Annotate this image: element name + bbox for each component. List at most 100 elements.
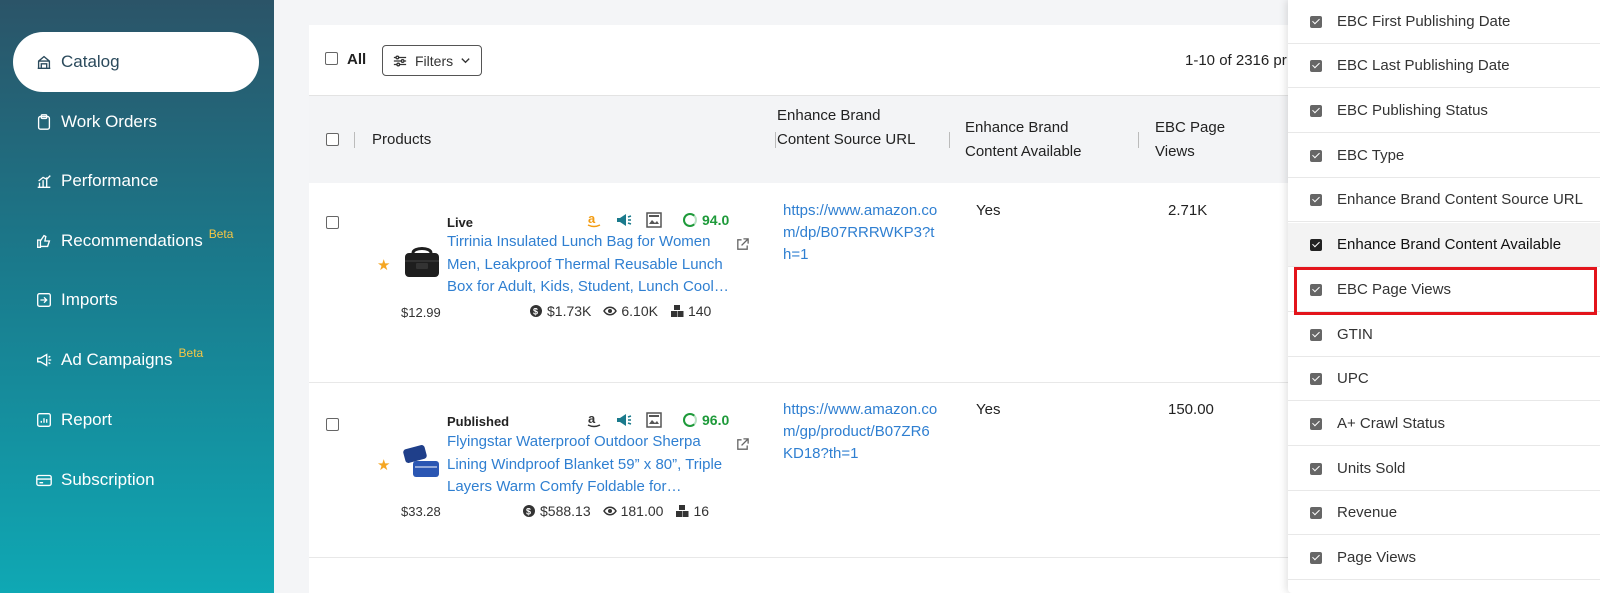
product-stats: $ $588.13 181.00 16 xyxy=(522,503,709,519)
star-icon[interactable]: ★ xyxy=(377,256,390,274)
checkbox-checked-icon[interactable] xyxy=(1310,149,1322,162)
sidebar-item-label: Ad Campaigns xyxy=(61,350,173,369)
column-option-ebc-first-publishing-date[interactable]: EBC First Publishing Date xyxy=(1288,0,1600,44)
sidebar-item-label: Performance xyxy=(61,171,159,190)
sidebar-item-ad-campaigns[interactable]: Ad Campaigns Beta xyxy=(13,330,259,390)
sidebar-item-catalog[interactable]: Catalog xyxy=(13,32,259,92)
sidebar-item-performance[interactable]: Performance xyxy=(13,151,259,211)
channel-badges: a xyxy=(585,211,663,229)
image-gallery-icon xyxy=(646,212,662,228)
column-option-units-sold[interactable]: Units Sold xyxy=(1288,447,1600,491)
eye-icon xyxy=(602,506,617,516)
column-option-ebc-available[interactable]: Enhance Brand Content Available xyxy=(1288,223,1600,267)
eye-icon xyxy=(603,306,618,316)
checkbox-checked-icon[interactable] xyxy=(1310,506,1322,519)
boxes-icon xyxy=(676,505,689,517)
column-option-a-plus-crawl-status[interactable]: A+ Crawl Status xyxy=(1288,402,1600,446)
column-header-products[interactable]: Products xyxy=(372,128,431,152)
column-option-ebc-type[interactable]: EBC Type xyxy=(1288,134,1600,178)
column-option-ebc-source-url[interactable]: Enhance Brand Content Source URL xyxy=(1288,178,1600,222)
checkbox-checked-icon[interactable] xyxy=(1310,238,1322,251)
chevron-down-icon xyxy=(461,58,470,64)
ebc-source-url-link[interactable]: https://www.amazon.com/gp/product/B07ZR6… xyxy=(783,399,938,465)
sidebar-item-label: Imports xyxy=(61,290,118,309)
sidebar-item-imports[interactable]: Imports xyxy=(13,270,259,330)
report-icon xyxy=(33,409,55,431)
external-link-icon[interactable] xyxy=(735,437,750,452)
checkbox-checked-icon[interactable] xyxy=(1310,372,1322,385)
sidebar: Catalog Work Orders Performance Recommen… xyxy=(0,0,274,593)
revenue-icon: $ xyxy=(530,305,542,317)
svg-text:$: $ xyxy=(533,307,538,317)
column-divider xyxy=(354,132,355,148)
catalog-icon xyxy=(33,51,55,73)
sidebar-item-recommendations[interactable]: Recommendations Beta xyxy=(13,211,259,271)
image-gallery-icon xyxy=(646,412,662,428)
ebc-page-views-value: 2.71K xyxy=(1168,202,1208,219)
external-link-icon[interactable] xyxy=(735,237,750,252)
column-option-gtin[interactable]: GTIN xyxy=(1288,313,1600,357)
sidebar-item-label: Work Orders xyxy=(61,112,158,131)
ebc-available-value: Yes xyxy=(976,202,1001,219)
sidebar-item-report[interactable]: Report xyxy=(13,390,259,450)
sidebar-item-subscription[interactable]: Subscription xyxy=(13,450,259,510)
column-divider xyxy=(775,132,776,148)
checkbox-checked-icon[interactable] xyxy=(1310,328,1322,341)
bar-chart-icon xyxy=(33,170,55,192)
ebc-source-url-link[interactable]: https://www.amazon.com/dp/B07RRRWKP3?th=… xyxy=(783,200,938,266)
column-header-ebc-source-url[interactable]: Enhance Brand Content Source URL xyxy=(777,104,922,151)
import-icon xyxy=(33,289,55,311)
product-thumbnail[interactable] xyxy=(401,241,443,283)
column-option-ebc-publishing-status[interactable]: EBC Publishing Status xyxy=(1288,89,1600,133)
select-all-label: All xyxy=(347,51,367,68)
beta-badge: Beta xyxy=(208,227,234,241)
checkbox-checked-icon[interactable] xyxy=(1310,104,1322,117)
thumbs-up-icon xyxy=(33,230,55,252)
column-option-ebc-page-views[interactable]: EBC Page Views xyxy=(1288,268,1600,312)
status-label: Live xyxy=(447,215,474,230)
select-all-checkbox[interactable] xyxy=(325,52,338,65)
row-checkbox[interactable] xyxy=(326,216,339,229)
checkbox-checked-icon[interactable] xyxy=(1310,59,1322,72)
ebc-available-value: Yes xyxy=(976,401,1001,418)
svg-text:$: $ xyxy=(526,507,531,517)
sidebar-item-label: Report xyxy=(61,410,113,429)
checkbox-checked-icon[interactable] xyxy=(1310,15,1322,28)
header-select-checkbox[interactable] xyxy=(326,133,339,146)
column-divider xyxy=(949,132,950,148)
content-score: 94.0 xyxy=(683,212,729,228)
sidebar-item-label: Catalog xyxy=(61,52,120,71)
megaphone-icon xyxy=(33,349,55,371)
filters-button[interactable]: Filters xyxy=(382,45,482,76)
column-header-ebc-available[interactable]: Enhance Brand Content Available xyxy=(965,116,1115,163)
row-checkbox[interactable] xyxy=(326,418,339,431)
checkbox-checked-icon[interactable] xyxy=(1310,462,1322,475)
star-icon[interactable]: ★ xyxy=(377,456,390,474)
product-stats: $ $1.73K 6.10K 140 xyxy=(529,303,711,319)
amazon-icon: a xyxy=(587,211,601,228)
column-option-upc[interactable]: UPC xyxy=(1288,357,1600,401)
column-picker-panel[interactable]: EBC First Publishing Date EBC Last Publi… xyxy=(1288,0,1600,593)
score-ring-icon xyxy=(683,413,697,427)
svg-text:a: a xyxy=(588,411,596,426)
checkbox-checked-icon[interactable] xyxy=(1310,551,1322,564)
product-title-link[interactable]: Flyingstar Waterproof Outdoor Sherpa Lin… xyxy=(447,431,730,499)
checkbox-checked-icon[interactable] xyxy=(1310,193,1322,206)
sliders-icon xyxy=(393,55,407,66)
product-title-link[interactable]: Tirrinia Insulated Lunch Bag for Women M… xyxy=(447,231,730,299)
checkbox-checked-icon[interactable] xyxy=(1310,417,1322,430)
column-option-revenue[interactable]: Revenue xyxy=(1288,491,1600,535)
beta-badge: Beta xyxy=(178,346,204,360)
column-option-page-views[interactable]: Page Views xyxy=(1288,536,1600,580)
clipboard-icon xyxy=(33,111,55,133)
megaphone-icon xyxy=(617,414,632,426)
product-thumbnail[interactable] xyxy=(401,441,443,483)
column-header-ebc-page-views[interactable]: EBC Page Views xyxy=(1155,116,1265,163)
product-price: $12.99 xyxy=(401,305,441,320)
checkbox-checked-icon[interactable] xyxy=(1310,283,1322,296)
column-divider xyxy=(1138,132,1139,148)
column-option-ebc-last-publishing-date[interactable]: EBC Last Publishing Date xyxy=(1288,44,1600,88)
channel-badges: a xyxy=(585,411,663,429)
sidebar-item-work-orders[interactable]: Work Orders xyxy=(13,92,259,152)
card-icon xyxy=(33,469,55,491)
